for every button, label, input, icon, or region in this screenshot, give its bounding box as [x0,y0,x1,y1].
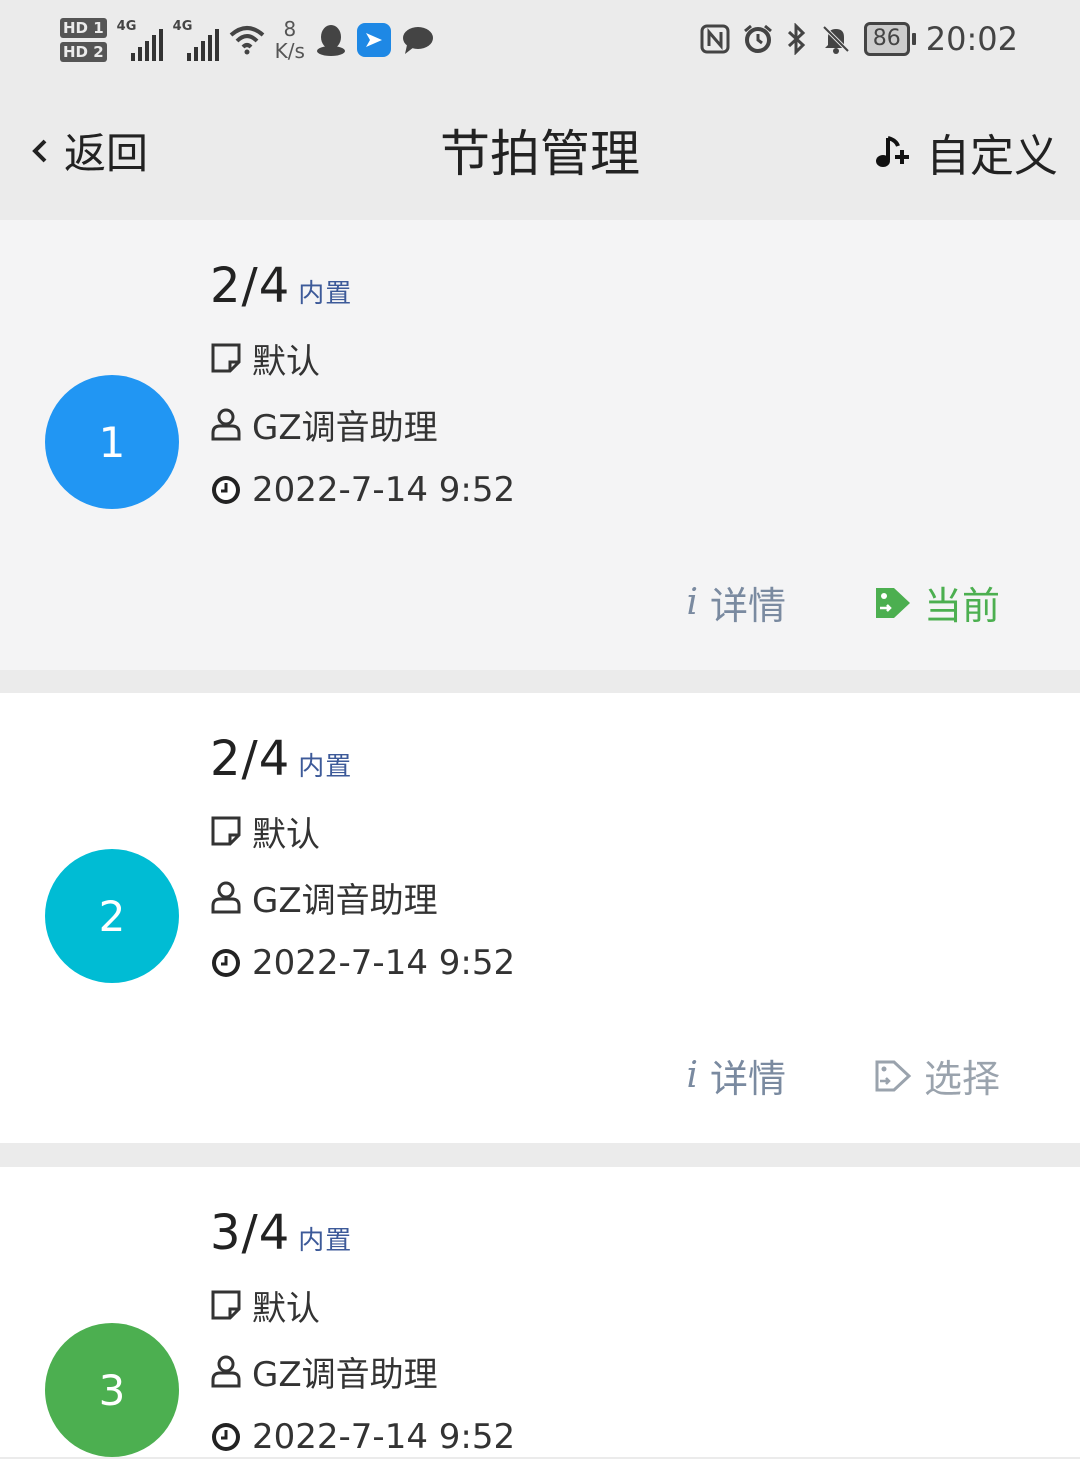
current-label: 当前 [923,584,1000,628]
detail-label: 详情 [709,1057,786,1101]
builtin-tag: 内置 [298,1226,353,1256]
author-label: GZ调音助理 [252,880,438,921]
app-header: 返回 节拍管理 自定义 [0,80,1080,218]
index-badge: 1 [45,375,179,509]
clock-icon [212,949,240,977]
note-icon [211,816,241,846]
tag-outline-icon [875,1060,912,1091]
bluetooth-icon [787,23,805,55]
speed-value: 8 [283,17,297,41]
category-label: 默认 [252,1288,320,1329]
user-icon [211,881,241,914]
builtin-tag: 内置 [298,279,353,309]
author-row: GZ调音助理 [210,875,515,921]
category-row: 默认 [210,809,515,855]
user-icon [211,408,241,441]
nfc-icon [700,24,730,54]
info-icon: i [686,1055,698,1096]
battery-indicator: 86 [863,22,916,56]
select-button[interactable]: 选择 [874,1048,1000,1103]
category-label: 默认 [252,814,320,855]
sim2-label: HD 2 [60,42,107,62]
clock-icon [212,476,240,504]
sim-indicators: HD 1 HD 2 [60,18,107,62]
status-bar: HD 1 HD 2 4G 4G 8 K/s 86 20:02 [0,0,1080,80]
detail-button[interactable]: i 详情 [686,575,786,630]
select-label: 选择 [923,1057,1000,1101]
author-label: GZ调音助理 [252,1354,438,1395]
time-row: 2022-7-14 9:52 [210,1415,515,1459]
custom-button[interactable]: 自定义 [874,120,1058,184]
beat-value: 2/4 [210,258,291,314]
category-row: 默认 [210,336,515,382]
clock: 20:02 [925,20,1018,58]
chat-icon [402,27,433,54]
category-row: 默认 [210,1283,515,1329]
tag-filled-icon [875,587,910,618]
time-row: 2022-7-14 9:52 [210,468,515,512]
index-badge: 3 [45,1323,179,1457]
signal-1-icon: 4G [117,19,163,61]
time-row: 2022-7-14 9:52 [210,941,515,985]
index-badge: 2 [45,849,179,983]
mute-icon [822,25,850,54]
time-label: 2022-7-14 9:52 [252,943,516,983]
speed-unit: K/s [274,39,305,63]
qq-icon [316,25,345,56]
current-button[interactable]: 当前 [874,575,1000,630]
author-label: GZ调音助理 [252,407,438,448]
beat-value: 3/4 [210,1205,291,1261]
author-row: GZ调音助理 [210,402,515,448]
music-add-icon [876,136,909,167]
net2-label: 4G [172,19,193,34]
note-icon [211,343,241,373]
list-item[interactable]: 2 2/4 内置 默认 GZ调音助理 2022-7-14 9:52 i 详情 选… [0,693,1080,1143]
user-icon [211,1355,241,1388]
network-speed: 8 K/s [275,18,305,62]
beat-value: 2/4 [210,731,291,787]
custom-label: 自定义 [926,131,1058,182]
detail-label: 详情 [709,584,786,628]
info-icon: i [686,582,698,623]
builtin-tag: 内置 [298,752,353,782]
beat-row: 3/4 内置 [210,1205,515,1261]
clock-icon [212,1423,240,1451]
beat-row: 2/4 内置 [210,258,515,314]
list-item[interactable]: 1 2/4 内置 默认 GZ调音助理 2022-7-14 9:52 i 详情 当… [0,220,1080,670]
feishu-icon [356,23,391,57]
net1-label: 4G [116,19,137,34]
alarm-icon [743,24,772,53]
detail-button[interactable]: i 详情 [686,1048,786,1103]
signal-2-icon: 4G [173,19,219,61]
time-label: 2022-7-14 9:52 [252,470,516,510]
time-label: 2022-7-14 9:52 [252,1417,516,1457]
wifi-icon [229,26,264,55]
beat-row: 2/4 内置 [210,731,515,787]
category-label: 默认 [252,341,320,382]
list-item[interactable]: 3 3/4 内置 默认 GZ调音助理 2022-7-14 9:52 [0,1167,1080,1457]
note-icon [211,1290,241,1320]
author-row: GZ调音助理 [210,1349,515,1395]
sim1-label: HD 1 [60,18,107,38]
